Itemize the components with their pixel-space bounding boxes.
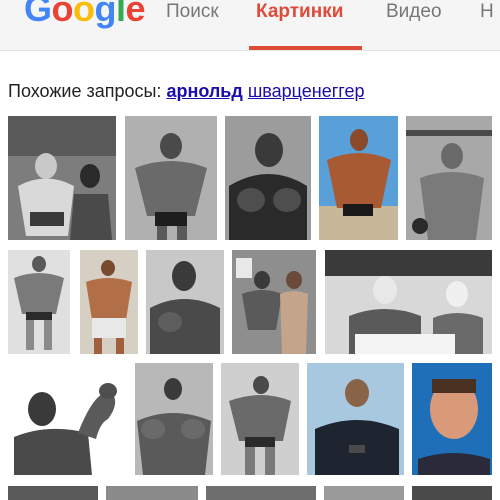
related-searches-label: Похожие запросы: (8, 81, 167, 101)
image-thumbnail[interactable] (221, 363, 299, 475)
image-thumbnail[interactable] (146, 250, 224, 354)
image-thumbnail[interactable] (125, 116, 217, 240)
logo-letter: G (24, 0, 52, 29)
related-search-link-arnold[interactable]: арнольд (166, 81, 242, 101)
image-thumbnail[interactable] (319, 116, 398, 240)
logo-letter: l (116, 0, 126, 29)
image-thumbnail[interactable] (325, 250, 492, 354)
image-thumbnail[interactable] (232, 250, 316, 354)
logo-letter: g (94, 0, 117, 29)
tab-search[interactable]: Поиск (166, 1, 219, 23)
image-thumbnail[interactable] (8, 363, 126, 475)
image-thumbnail[interactable] (225, 116, 311, 240)
tab-more[interactable]: Н (480, 1, 494, 23)
image-thumbnail[interactable] (80, 250, 138, 354)
image-thumbnail[interactable] (106, 486, 198, 500)
logo-letter: o (73, 0, 95, 29)
image-thumbnail[interactable] (8, 250, 70, 354)
image-thumbnail[interactable] (206, 486, 316, 500)
logo-letter: e (125, 0, 146, 29)
image-thumbnail[interactable] (412, 363, 492, 475)
google-logo[interactable]: Google (24, 0, 146, 29)
active-tab-indicator (249, 46, 362, 50)
related-search-link-schwarzenegger[interactable]: шварценеггер (248, 81, 365, 101)
image-thumbnail[interactable] (406, 116, 492, 240)
tab-video[interactable]: Видео (386, 1, 442, 23)
image-thumbnail[interactable] (307, 363, 404, 475)
logo-letter: o (51, 0, 74, 29)
top-bar: Google Поиск Картинки Видео Н (0, 0, 500, 51)
image-thumbnail[interactable] (324, 486, 404, 500)
tab-images[interactable]: Картинки (256, 1, 343, 23)
image-thumbnail[interactable] (8, 486, 98, 500)
image-thumbnail[interactable] (135, 363, 213, 475)
image-thumbnail[interactable] (412, 486, 492, 500)
image-thumbnail[interactable] (8, 116, 116, 240)
related-searches: Похожие запросы: арнольд шварценеггер (8, 80, 364, 102)
